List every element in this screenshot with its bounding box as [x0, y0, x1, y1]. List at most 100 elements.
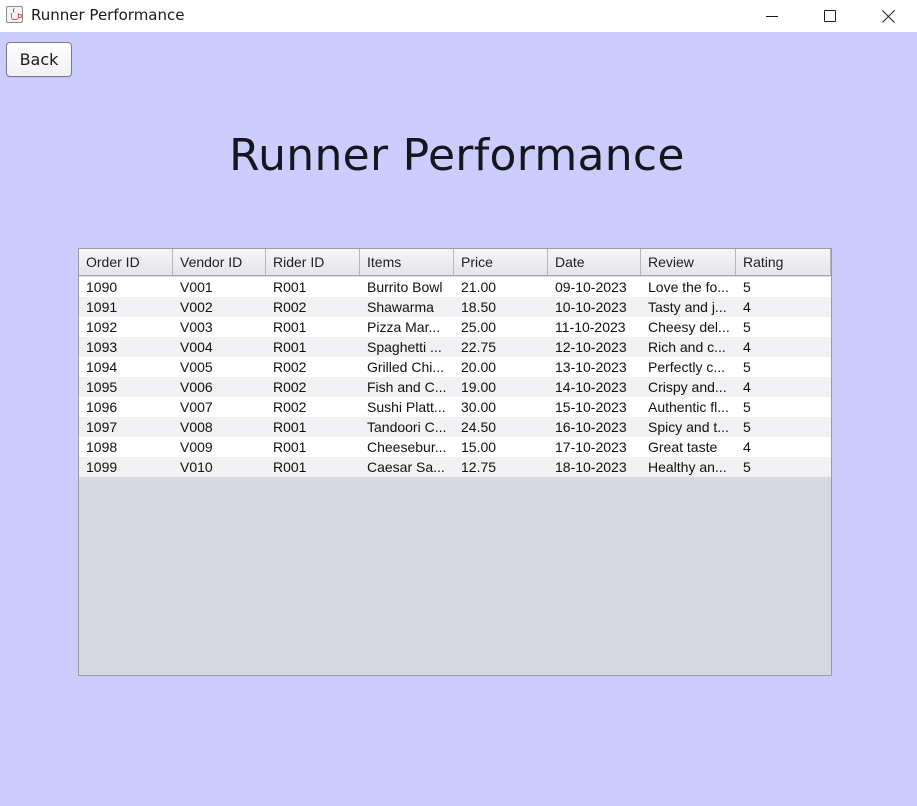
maximize-button[interactable] [807, 0, 853, 32]
cell-order-id: 1094 [86, 359, 118, 375]
cell-price: 22.75 [461, 339, 497, 355]
cell-review: Spicy and t... [648, 419, 729, 435]
cell-price: 21.00 [461, 279, 497, 295]
cell-rating: 4 [743, 379, 751, 395]
cell-order-id: 1093 [86, 339, 118, 355]
cell-date: 09-10-2023 [555, 279, 627, 295]
maximize-icon [824, 10, 836, 22]
minimize-icon [766, 15, 778, 17]
cell-vendor-id: V005 [180, 359, 213, 375]
cell-date: 12-10-2023 [555, 339, 627, 355]
table-row[interactable]: 1090 V001 R001 Burrito Bowl 21.00 09-10-… [79, 277, 831, 297]
cell-items: Pizza Mar... [367, 319, 441, 335]
column-header-items[interactable]: Items [360, 249, 454, 275]
title-bar[interactable]: Runner Performance [0, 0, 917, 32]
cell-rating: 4 [743, 339, 751, 355]
column-header-rating[interactable]: Rating [736, 249, 831, 275]
cell-date: 14-10-2023 [555, 379, 627, 395]
cell-items: Grilled Chi... [367, 359, 445, 375]
column-header-date[interactable]: Date [548, 249, 641, 275]
cell-date: 11-10-2023 [555, 319, 626, 335]
cell-rider-id: R001 [273, 439, 307, 455]
cell-review: Tasty and j... [648, 299, 727, 315]
cell-date: 15-10-2023 [555, 399, 627, 415]
cell-rating: 5 [743, 279, 751, 295]
cell-vendor-id: V002 [180, 299, 213, 315]
cell-rider-id: R002 [273, 359, 307, 375]
cell-date: 16-10-2023 [555, 419, 627, 435]
cell-order-id: 1098 [86, 439, 118, 455]
cell-order-id: 1095 [86, 379, 118, 395]
cell-order-id: 1097 [86, 419, 118, 435]
cell-review: Great taste [648, 439, 718, 455]
column-header-vendor-id[interactable]: Vendor ID [173, 249, 266, 275]
cell-date: 18-10-2023 [555, 459, 627, 475]
cell-price: 30.00 [461, 399, 497, 415]
cell-items: Tandoori C... [367, 419, 447, 435]
cell-review: Rich and c... [648, 339, 726, 355]
cell-price: 15.00 [461, 439, 497, 455]
cell-rating: 5 [743, 459, 751, 475]
cell-vendor-id: V008 [180, 419, 213, 435]
page-title: Runner Performance [229, 130, 685, 181]
cell-rating: 5 [743, 319, 751, 335]
cell-review: Authentic fl... [648, 399, 729, 415]
cell-vendor-id: V006 [180, 379, 213, 395]
cell-rider-id: R001 [273, 459, 307, 475]
table-row[interactable]: 1096 V007 R002 Sushi Platt... 30.00 15-1… [79, 397, 831, 417]
cell-order-id: 1091 [86, 299, 118, 315]
cell-rating: 4 [743, 439, 751, 455]
cell-date: 13-10-2023 [555, 359, 627, 375]
table-row[interactable]: 1098 V009 R001 Cheesebur... 15.00 17-10-… [79, 437, 831, 457]
column-header-order-id[interactable]: Order ID [79, 249, 173, 275]
column-header-rider-id[interactable]: Rider ID [266, 249, 360, 275]
cell-rider-id: R002 [273, 299, 307, 315]
cell-rider-id: R001 [273, 279, 307, 295]
cell-items: Spaghetti ... [367, 339, 442, 355]
cell-vendor-id: V003 [180, 319, 213, 335]
cell-vendor-id: V001 [180, 279, 213, 295]
cell-vendor-id: V004 [180, 339, 213, 355]
table-row[interactable]: 1094 V005 R002 Grilled Chi... 20.00 13-1… [79, 357, 831, 377]
table-row[interactable]: 1097 V008 R001 Tandoori C... 24.50 16-10… [79, 417, 831, 437]
window-title: Runner Performance [31, 6, 185, 24]
cell-rating: 5 [743, 419, 751, 435]
cell-review: Love the fo... [648, 279, 729, 295]
cell-vendor-id: V009 [180, 439, 213, 455]
table-row[interactable]: 1092 V003 R001 Pizza Mar... 25.00 11-10-… [79, 317, 831, 337]
cell-rider-id: R001 [273, 419, 307, 435]
cell-rating: 5 [743, 399, 751, 415]
cell-price: 18.50 [461, 299, 497, 315]
cell-items: Burrito Bowl [367, 279, 443, 295]
table-header: Order ID Vendor ID Rider ID Items Price … [79, 249, 831, 276]
cell-order-id: 1092 [86, 319, 118, 335]
cell-order-id: 1099 [86, 459, 118, 475]
minimize-button[interactable] [749, 0, 795, 32]
cell-items: Sushi Platt... [367, 399, 446, 415]
cell-price: 12.75 [461, 459, 497, 475]
table-row[interactable]: 1091 V002 R002 Shawarma 18.50 10-10-2023… [79, 297, 831, 317]
cell-price: 25.00 [461, 319, 497, 335]
cell-order-id: 1096 [86, 399, 118, 415]
column-header-review[interactable]: Review [641, 249, 736, 275]
cell-order-id: 1090 [86, 279, 118, 295]
cell-price: 19.00 [461, 379, 497, 395]
cell-rider-id: R001 [273, 319, 307, 335]
cell-rider-id: R002 [273, 399, 307, 415]
cell-price: 24.50 [461, 419, 497, 435]
cell-rating: 4 [743, 299, 751, 315]
cell-items: Caesar Sa... [367, 459, 445, 475]
cell-rider-id: R001 [273, 339, 307, 355]
cell-items: Shawarma [367, 299, 434, 315]
table-row[interactable]: 1093 V004 R001 Spaghetti ... 22.75 12-10… [79, 337, 831, 357]
table-row[interactable]: 1095 V006 R002 Fish and C... 19.00 14-10… [79, 377, 831, 397]
column-header-price[interactable]: Price [454, 249, 548, 275]
cell-items: Fish and C... [367, 379, 447, 395]
close-button[interactable] [866, 0, 912, 32]
performance-table[interactable]: Order ID Vendor ID Rider ID Items Price … [78, 248, 832, 676]
cell-review: Healthy an... [648, 459, 727, 475]
cell-rider-id: R002 [273, 379, 307, 395]
table-row[interactable]: 1099 V010 R001 Caesar Sa... 12.75 18-10-… [79, 457, 831, 477]
back-button[interactable]: Back [6, 42, 72, 77]
cell-items: Cheesebur... [367, 439, 447, 455]
